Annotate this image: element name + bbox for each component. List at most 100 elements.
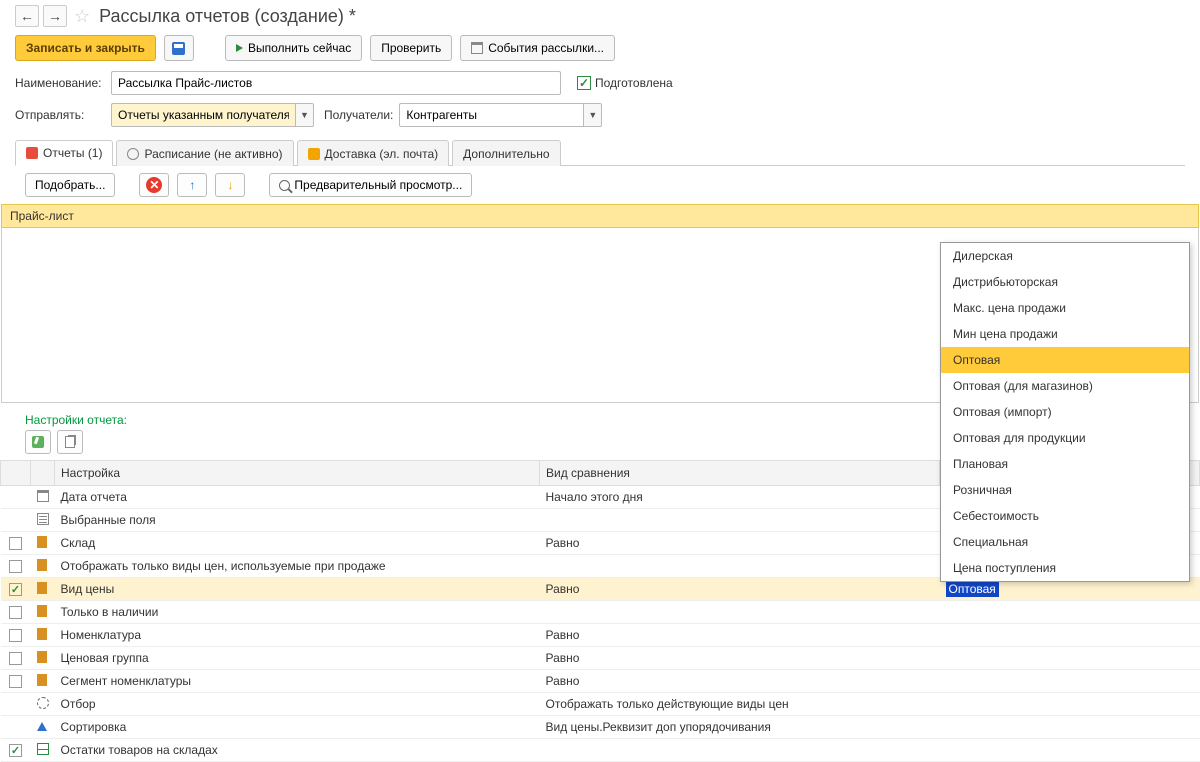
dropdown-item[interactable]: Себестоимость (941, 503, 1189, 529)
row-checkbox[interactable] (9, 652, 22, 665)
setting-name: Ценовая группа (55, 647, 540, 670)
recipients-select[interactable] (399, 103, 584, 127)
table-row[interactable]: СортировкаВид цены.Реквизит доп упорядоч… (1, 716, 1200, 739)
dropdown-item[interactable]: Оптовая (для магазинов) (941, 373, 1189, 399)
zoom-icon (279, 180, 290, 191)
schedule-icon (127, 148, 139, 160)
name-input[interactable] (111, 71, 561, 95)
setting-compare: Равно (540, 624, 940, 647)
report-list-header[interactable]: Прайс-лист (1, 204, 1199, 228)
dropdown-item[interactable]: Мин цена продажи (941, 321, 1189, 347)
reports-icon (26, 147, 38, 159)
arrow-up-icon: ↑ (184, 177, 200, 193)
setting-name: Выбранные поля (55, 509, 540, 532)
setting-value[interactable] (940, 739, 1200, 762)
page-title: Рассылка отчетов (создание) * (99, 6, 356, 27)
table-row[interactable]: Сегмент номенклатурыРавно (1, 670, 1200, 693)
dropdown-item[interactable]: Оптовая (импорт) (941, 399, 1189, 425)
dropdown-item[interactable]: Дилерская (941, 243, 1189, 269)
setting-name: Только в наличии (55, 601, 540, 624)
sort-icon (37, 722, 47, 731)
events-button[interactable]: События рассылки... (460, 35, 615, 61)
tab-extra[interactable]: Дополнительно (452, 140, 560, 166)
dropdown-item[interactable]: Плановая (941, 451, 1189, 477)
send-select[interactable] (111, 103, 296, 127)
setting-value[interactable] (940, 693, 1200, 716)
dropdown-item[interactable]: Дистрибьюторская (941, 269, 1189, 295)
setting-value[interactable] (940, 601, 1200, 624)
list-icon (37, 513, 49, 525)
copy-setting-button[interactable] (57, 430, 83, 454)
nav-forward-button[interactable]: → (43, 5, 67, 27)
arrow-down-icon: ↓ (222, 177, 238, 193)
row-checkbox[interactable] (9, 675, 22, 688)
tab-reports[interactable]: Отчеты (1) (15, 140, 113, 166)
col-cmp: Вид сравнения (540, 461, 940, 486)
col-name: Настройка (55, 461, 540, 486)
setting-name: Остатки товаров на складах (55, 739, 540, 762)
pick-button[interactable]: Подобрать... (25, 173, 115, 197)
setting-name: Дата отчета (55, 486, 540, 509)
setting-compare: Равно (540, 532, 940, 555)
copy-icon (65, 436, 75, 448)
setting-name: Номенклатура (55, 624, 540, 647)
run-now-label: Выполнить сейчас (248, 41, 351, 55)
setting-value[interactable] (940, 647, 1200, 670)
setting-name: Вид цены (55, 578, 540, 601)
calendar-icon (471, 42, 483, 54)
row-checkbox[interactable]: ✓ (9, 583, 22, 596)
tab-schedule[interactable]: Расписание (не активно) (116, 140, 293, 166)
setting-compare: Вид цены.Реквизит доп упорядочивания (540, 716, 940, 739)
setting-compare: Равно (540, 670, 940, 693)
dropdown-item[interactable]: Цена поступления (941, 555, 1189, 581)
fil-icon (37, 605, 47, 617)
send-caret[interactable]: ▼ (296, 103, 314, 127)
row-checkbox[interactable] (9, 560, 22, 573)
edit-setting-button[interactable] (25, 430, 51, 454)
setting-value[interactable] (940, 716, 1200, 739)
play-icon (236, 44, 243, 52)
row-checkbox[interactable] (9, 629, 22, 642)
table-row[interactable]: Только в наличии (1, 601, 1200, 624)
run-now-button[interactable]: Выполнить сейчас (225, 35, 362, 61)
dropdown-item[interactable]: Специальная (941, 529, 1189, 555)
setting-name: Отображать только виды цен, используемые… (55, 555, 540, 578)
preview-button[interactable]: Предварительный просмотр... (269, 173, 472, 197)
delete-button[interactable]: ✕ (139, 173, 169, 197)
tab-delivery[interactable]: Доставка (эл. почта) (297, 140, 450, 166)
dropdown-item[interactable]: Макс. цена продажи (941, 295, 1189, 321)
row-checkbox[interactable] (9, 606, 22, 619)
dropdown-item[interactable]: Оптовая для продукции (941, 425, 1189, 451)
dropdown-item[interactable]: Розничная (941, 477, 1189, 503)
nav-back-button[interactable]: ← (15, 5, 39, 27)
row-checkbox[interactable] (9, 537, 22, 550)
recipients-caret[interactable]: ▼ (584, 103, 602, 127)
setting-compare (540, 739, 940, 762)
prepared-checkbox[interactable]: ✓ Подготовлена (577, 76, 673, 90)
save-close-button[interactable]: Записать и закрыть (15, 35, 156, 61)
table-row[interactable]: НоменклатураРавно (1, 624, 1200, 647)
move-up-button[interactable]: ↑ (177, 173, 207, 197)
dropdown-item[interactable]: Оптовая (941, 347, 1189, 373)
check-button[interactable]: Проверить (370, 35, 452, 61)
favorite-icon[interactable]: ☆ (74, 6, 90, 27)
table-row[interactable]: Ценовая группаРавно (1, 647, 1200, 670)
fil-icon (37, 628, 47, 640)
table-row[interactable]: ОтборОтображать только действующие виды … (1, 693, 1200, 716)
fil-icon (37, 674, 47, 686)
delete-icon: ✕ (146, 177, 162, 193)
table-row[interactable]: ✓Остатки товаров на складах (1, 739, 1200, 762)
fil-icon (37, 559, 47, 571)
events-label: События рассылки... (488, 41, 604, 55)
move-down-button[interactable]: ↓ (215, 173, 245, 197)
price-type-dropdown: ДилерскаяДистрибьюторскаяМакс. цена прод… (940, 242, 1190, 582)
setting-value[interactable] (940, 670, 1200, 693)
send-label: Отправлять: (15, 108, 105, 122)
delivery-icon (308, 148, 320, 160)
save-button[interactable] (164, 35, 194, 61)
setting-value[interactable] (940, 624, 1200, 647)
save-icon (172, 42, 185, 55)
setting-name: Сортировка (55, 716, 540, 739)
preview-label: Предварительный просмотр... (294, 178, 462, 192)
setting-name: Отбор (55, 693, 540, 716)
